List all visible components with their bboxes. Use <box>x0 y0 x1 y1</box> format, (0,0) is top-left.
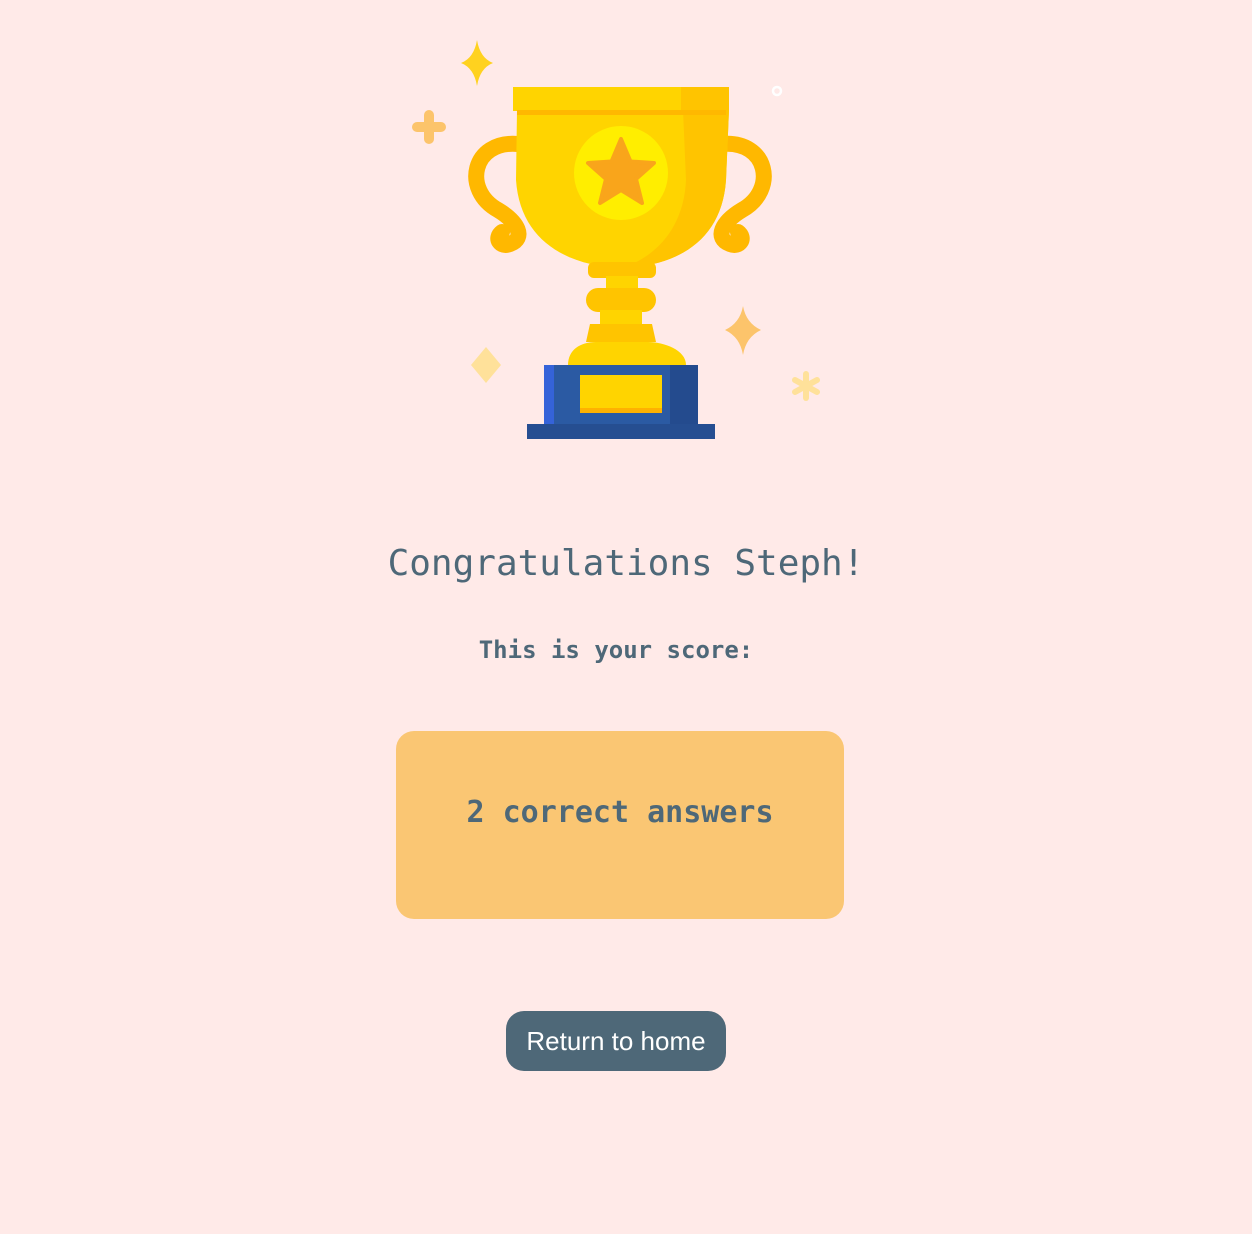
diamond-icon <box>471 347 501 383</box>
score-card: 2 correct answers <box>396 731 844 919</box>
sparkle-icon <box>725 306 761 355</box>
trophy-icon <box>468 87 772 439</box>
return-home-button[interactable]: Return to home <box>506 1011 726 1071</box>
ring-icon <box>771 85 783 97</box>
trophy-illustration <box>400 30 840 450</box>
asterisk-icon <box>792 371 820 401</box>
plus-icon <box>412 110 446 144</box>
score-value: 2 correct answers <box>466 795 774 830</box>
score-intro-text: This is your score: <box>478 636 754 664</box>
congratulations-heading: Congratulations Steph! <box>387 543 865 584</box>
sparkle-icon <box>461 40 493 86</box>
